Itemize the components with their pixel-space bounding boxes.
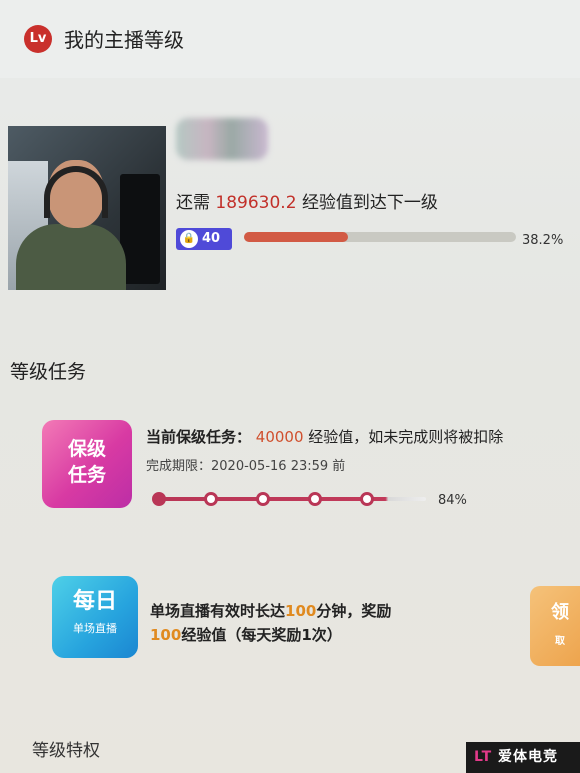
daily-task-line2: 100经验值（每天奖励1次）: [150, 624, 342, 645]
exp-needed-line: 还需 189630.2 经验值到达下一级: [176, 188, 438, 213]
daily-minutes-value: 100: [285, 602, 317, 620]
daily-task-icon: 每日 单场直播: [52, 576, 138, 658]
progress-node: [360, 492, 374, 506]
keep-level-exp-rest: 经验值，如未完成则将被扣除: [308, 428, 504, 446]
level-logo-icon: Lv: [24, 25, 52, 53]
deadline-value: 2020-05-16 23:59 前: [211, 459, 346, 474]
section-title-privileges: 等级特权: [32, 741, 100, 761]
lock-icon: 🔒: [180, 230, 198, 248]
progress-node: [152, 492, 166, 506]
header-bar: Lv 我的主播等级: [0, 0, 580, 78]
daily-task-line1: 单场直播有效时长达100分钟，奖励: [150, 600, 391, 621]
avatar-shirt: [16, 224, 126, 290]
daily-line1-rest: 分钟，奖励: [316, 602, 392, 620]
section-title-tasks: 等级任务: [10, 361, 87, 383]
claim-reward-button[interactable]: 领 取: [530, 586, 580, 666]
daily-line2-rest: 经验值（每天奖励1次）: [181, 626, 342, 644]
progress-node: [308, 492, 322, 506]
keep-level-progress-track: [152, 492, 426, 506]
keep-level-exp-value: 40000: [255, 428, 304, 446]
keep-level-icon-line1: 保级: [67, 438, 106, 460]
daily-line1-text: 单场直播有效时长达: [150, 602, 286, 620]
avatar: [8, 126, 166, 290]
daily-icon-small: 单场直播: [73, 622, 117, 635]
avatar-monitor: [120, 174, 160, 284]
username-blurred: [176, 118, 268, 160]
claim-sub-label: 取: [555, 636, 565, 647]
keep-level-task-description: 当前保级任务： 40000 经验值，如未完成则将被扣除: [146, 426, 503, 447]
progress-node: [256, 492, 270, 506]
level-value: 40: [202, 231, 221, 246]
keep-level-progress-rail: [156, 497, 426, 501]
deadline-label: 完成期限：: [146, 459, 212, 474]
watermark-logo: LT 爱体电竞: [466, 742, 580, 773]
keep-level-task-icon: 保级 任务: [42, 420, 132, 508]
watermark-lt: LT: [474, 749, 493, 765]
progress-node: [204, 492, 218, 506]
exp-prefix: 还需: [176, 193, 210, 213]
exp-needed-value: 189630.2: [215, 193, 297, 213]
keep-level-label: 当前保级任务：: [146, 428, 252, 446]
keep-level-deadline: 完成期限：2020-05-16 23:59 前: [146, 455, 345, 474]
keep-level-progress-label: 84%: [438, 493, 467, 508]
daily-exp-value: 100: [150, 626, 182, 644]
daily-icon-big: 每日: [72, 589, 117, 614]
exp-progress-label: 38.2%: [522, 233, 564, 248]
level-badge: 🔒 40: [176, 228, 232, 250]
exp-suffix: 经验值到达下一级: [301, 193, 438, 213]
keep-level-icon-line2: 任务: [67, 464, 106, 486]
page-title: 我的主播等级: [64, 28, 184, 52]
claim-label: 领: [551, 602, 569, 623]
watermark-text: 爱体电竞: [498, 749, 559, 765]
exp-progress-fill: [244, 232, 348, 242]
exp-progress-bar: [244, 232, 516, 242]
